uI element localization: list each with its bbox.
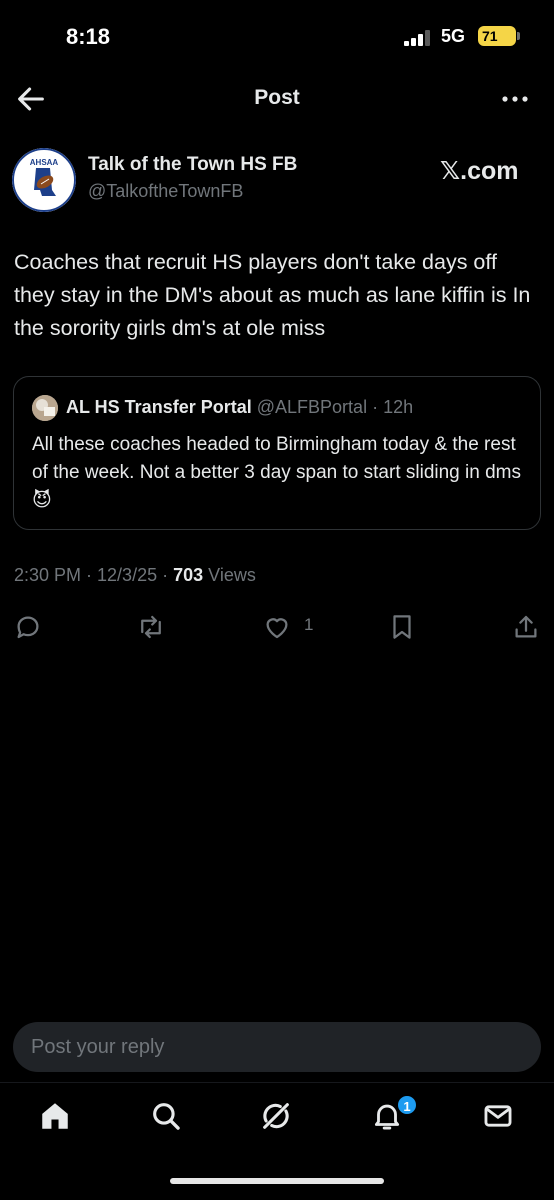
page-title: Post (254, 86, 300, 109)
post-meta: 2:30 PM · 12/3/25 · 703 Views (14, 565, 256, 586)
post-body: Coaches that recruit HS players don't ta… (14, 250, 531, 340)
ahsaa-logo-icon: AHSAA (12, 148, 76, 212)
reply-input[interactable]: Post your reply (13, 1022, 541, 1072)
battery-icon: 71 (478, 26, 520, 46)
signal-icon (404, 30, 432, 46)
avatar-text: AHSAA (30, 158, 59, 167)
more-icon[interactable] (498, 84, 532, 114)
quote-time: · 12h (372, 397, 414, 417)
grok-icon[interactable] (259, 1099, 293, 1133)
search-icon[interactable] (149, 1099, 183, 1133)
quoted-post[interactable]: AL HS Transfer Portal @ALFBPortal · 12h … (13, 376, 541, 530)
author-handle[interactable]: @TalkoftheTownFB (88, 181, 243, 202)
battery-level: 71 (482, 28, 498, 44)
like-icon[interactable] (262, 612, 292, 642)
home-icon[interactable] (38, 1099, 72, 1133)
views-count: 703 (173, 565, 204, 585)
notifications-badge: 1 (396, 1094, 418, 1116)
quote-header: AL HS Transfer Portal @ALFBPortal · 12h (66, 397, 413, 418)
top-bar: Post (0, 70, 554, 130)
likes-count: 1 (304, 615, 314, 634)
network-label: 5G (441, 26, 466, 46)
quote-avatar-icon (32, 395, 58, 421)
reply-icon[interactable] (13, 612, 43, 642)
source-label: 𝕏.com (440, 157, 519, 185)
share-icon[interactable] (511, 612, 541, 642)
views-label: Views (203, 565, 256, 585)
bookmark-icon[interactable] (387, 612, 417, 642)
reply-placeholder: Post your reply (31, 1036, 165, 1058)
quote-text: All these coaches headed to Birmingham t… (32, 434, 521, 511)
home-indicator (170, 1178, 384, 1184)
quote-avatar (32, 395, 58, 421)
quote-author-handle: @ALFBPortal (256, 397, 368, 417)
action-bar: 1 (0, 604, 554, 648)
repost-icon[interactable] (136, 612, 166, 642)
author-name[interactable]: Talk of the Town HS FB (88, 154, 297, 176)
avatar[interactable]: AHSAA (12, 148, 76, 212)
post-timestamp: 2:30 PM · 12/3/25 · (14, 565, 174, 585)
quote-author-name: AL HS Transfer Portal (66, 397, 252, 417)
status-bar: 8:18 5G 71 (0, 0, 554, 70)
messages-icon[interactable] (481, 1099, 515, 1133)
status-time: 8:18 (66, 24, 111, 49)
